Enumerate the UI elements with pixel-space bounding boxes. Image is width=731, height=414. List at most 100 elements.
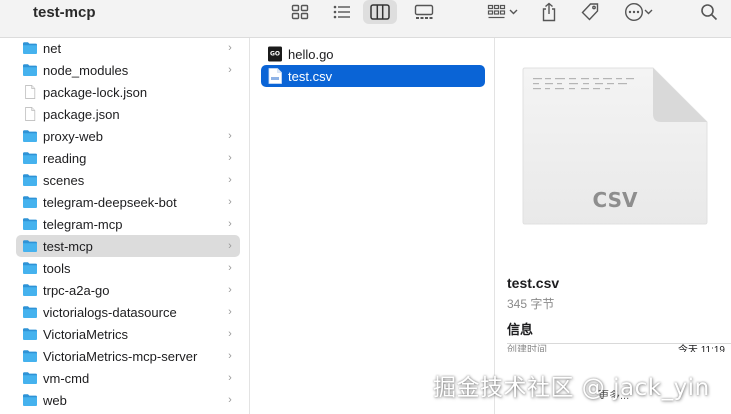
- sidebar-item-trpc-a2a-go[interactable]: trpc-a2a-go ›: [16, 279, 240, 301]
- folder-item-label: telegram-mcp: [43, 216, 123, 232]
- chevron-right-icon: ›: [228, 42, 232, 54]
- folder-item-label: test-mcp: [43, 238, 93, 254]
- folder-icon: [23, 174, 37, 186]
- folder-item-label: VictoriaMetrics: [43, 326, 129, 342]
- sidebar-item-web[interactable]: web ›: [16, 389, 240, 411]
- list-view-button[interactable]: [329, 0, 355, 24]
- sidebar-item-scenes[interactable]: scenes ›: [16, 169, 240, 191]
- json-file-icon: [25, 107, 36, 121]
- sidebar-item-victoriametrics-mcp-server[interactable]: VictoriaMetrics-mcp-server ›: [16, 345, 240, 367]
- folder-item-label: scenes: [43, 172, 85, 188]
- sidebar-item-net[interactable]: net ›: [16, 38, 240, 59]
- chevron-right-icon: ›: [228, 196, 232, 208]
- preview-file-size: 345 字节: [507, 297, 555, 311]
- folder-icon: [23, 350, 37, 362]
- folder-item-label: victorialogs-datasource: [43, 304, 177, 320]
- chevron-right-icon: ›: [228, 350, 232, 362]
- folder-item-label: vm-cmd: [43, 370, 90, 386]
- folder-item-label: package-lock.json: [43, 84, 148, 100]
- chevron-right-icon: ›: [228, 328, 232, 340]
- folder-icon: [23, 218, 37, 230]
- go-file-icon: GO: [268, 46, 282, 62]
- folder-item-label: node_modules: [43, 62, 129, 78]
- gallery-view-button[interactable]: [410, 0, 438, 24]
- file-item-hello-go[interactable]: GO hello.go: [261, 43, 485, 65]
- folder-item-label: web: [43, 392, 67, 408]
- more-actions-button[interactable]: [618, 0, 658, 24]
- toolbar: test-mcp: [0, 0, 731, 38]
- preview-file-name: test.csv: [507, 275, 560, 291]
- sidebar-item-victoriametrics[interactable]: VictoriaMetrics ›: [16, 323, 240, 345]
- folder-icon: [23, 64, 37, 76]
- preview-info-heading: 信息: [507, 322, 534, 337]
- search-button[interactable]: [697, 0, 721, 24]
- chevron-right-icon: ›: [228, 64, 232, 76]
- folder-item-label: trpc-a2a-go: [43, 282, 110, 298]
- watermark: 掘金技术社区 @ jack_yin: [433, 375, 710, 401]
- folder-icon: [23, 152, 37, 164]
- chevron-down-icon: [644, 9, 652, 15]
- folder-item-label: VictoriaMetrics-mcp-server: [43, 348, 198, 364]
- go-badge: GO: [270, 51, 280, 58]
- folder-icon: [23, 372, 37, 384]
- sidebar-item-reading[interactable]: reading ›: [16, 147, 240, 169]
- folder-icon: [23, 196, 37, 208]
- csv-document-thumbnail: CSV: [522, 67, 708, 225]
- file-item-label: hello.go: [288, 46, 334, 62]
- created-label: 创建时间: [507, 345, 547, 352]
- chevron-right-icon: ›: [228, 262, 232, 274]
- sidebar-item-proxy-web[interactable]: proxy-web ›: [16, 125, 240, 147]
- folder-icon: [23, 328, 37, 340]
- tag-button[interactable]: [578, 0, 602, 24]
- list-view-icon: [333, 5, 350, 19]
- chevron-down-icon: [509, 9, 517, 15]
- sidebar-item-telegram-mcp[interactable]: telegram-mcp ›: [16, 213, 240, 235]
- sidebar-item-package-lock-json[interactable]: package-lock.json: [16, 81, 240, 103]
- sidebar-item-telegram-deepseek-bot[interactable]: telegram-deepseek-bot ›: [16, 191, 240, 213]
- folder-icon: [23, 42, 37, 54]
- folder-item-label: package.json: [43, 106, 120, 122]
- column-view-button[interactable]: [363, 0, 397, 24]
- sidebar-item-test-mcp[interactable]: test-mcp ›: [16, 235, 240, 257]
- folder-item-label: telegram-deepseek-bot: [43, 194, 177, 210]
- chevron-right-icon: ›: [228, 306, 232, 318]
- file-item-test-csv[interactable]: test.csv: [261, 65, 485, 87]
- chevron-right-icon: ›: [228, 174, 232, 186]
- folder-item-label: net: [43, 40, 62, 56]
- window-title: test-mcp: [33, 4, 96, 21]
- folder-icon: [23, 130, 37, 142]
- folder-icon: [23, 306, 37, 318]
- column-view-icon: [370, 4, 390, 20]
- csv-file-icon: [268, 68, 282, 84]
- chevron-right-icon: ›: [228, 152, 232, 164]
- sidebar-item-node-modules[interactable]: node_modules ›: [16, 59, 240, 81]
- json-file-icon: [25, 85, 36, 99]
- sidebar-item-tools[interactable]: tools ›: [16, 257, 240, 279]
- chevron-right-icon: ›: [228, 284, 232, 296]
- sidebar-item-vm-cmd[interactable]: vm-cmd ›: [16, 367, 240, 389]
- chevron-right-icon: ›: [228, 394, 232, 406]
- tag-icon: [581, 3, 599, 21]
- folder-contents-column: GO hello.go test.csv: [251, 38, 495, 414]
- parent-folder-column: net › node_modules › package-lock.json packag…: [0, 38, 250, 414]
- search-icon: [701, 4, 718, 21]
- share-button[interactable]: [538, 0, 560, 24]
- preview-pane: CSV test.csv 345 字节 信息 创建时间 今天 11:19 更多.…: [496, 38, 731, 414]
- file-item-label: test.csv: [288, 68, 333, 84]
- folder-icon: [23, 394, 37, 406]
- gallery-view-icon: [414, 4, 434, 19]
- sidebar-item-package-json[interactable]: package.json: [16, 103, 240, 125]
- sidebar-item-victorialogs-datasource[interactable]: victorialogs-datasource ›: [16, 301, 240, 323]
- folder-item-label: proxy-web: [43, 128, 103, 144]
- thumbnail-label: CSV: [593, 188, 638, 212]
- chevron-right-icon: ›: [228, 218, 232, 230]
- chevron-right-icon: ›: [228, 372, 232, 384]
- group-icon: [487, 4, 505, 19]
- folder-item-label: tools: [43, 260, 71, 276]
- folder-icon: [23, 262, 37, 274]
- icon-view-button[interactable]: [287, 0, 313, 24]
- group-by-button[interactable]: [482, 0, 522, 24]
- created-value: 今天 11:19: [677, 345, 725, 352]
- folder-icon: [23, 240, 37, 252]
- chevron-right-icon: ›: [228, 240, 232, 252]
